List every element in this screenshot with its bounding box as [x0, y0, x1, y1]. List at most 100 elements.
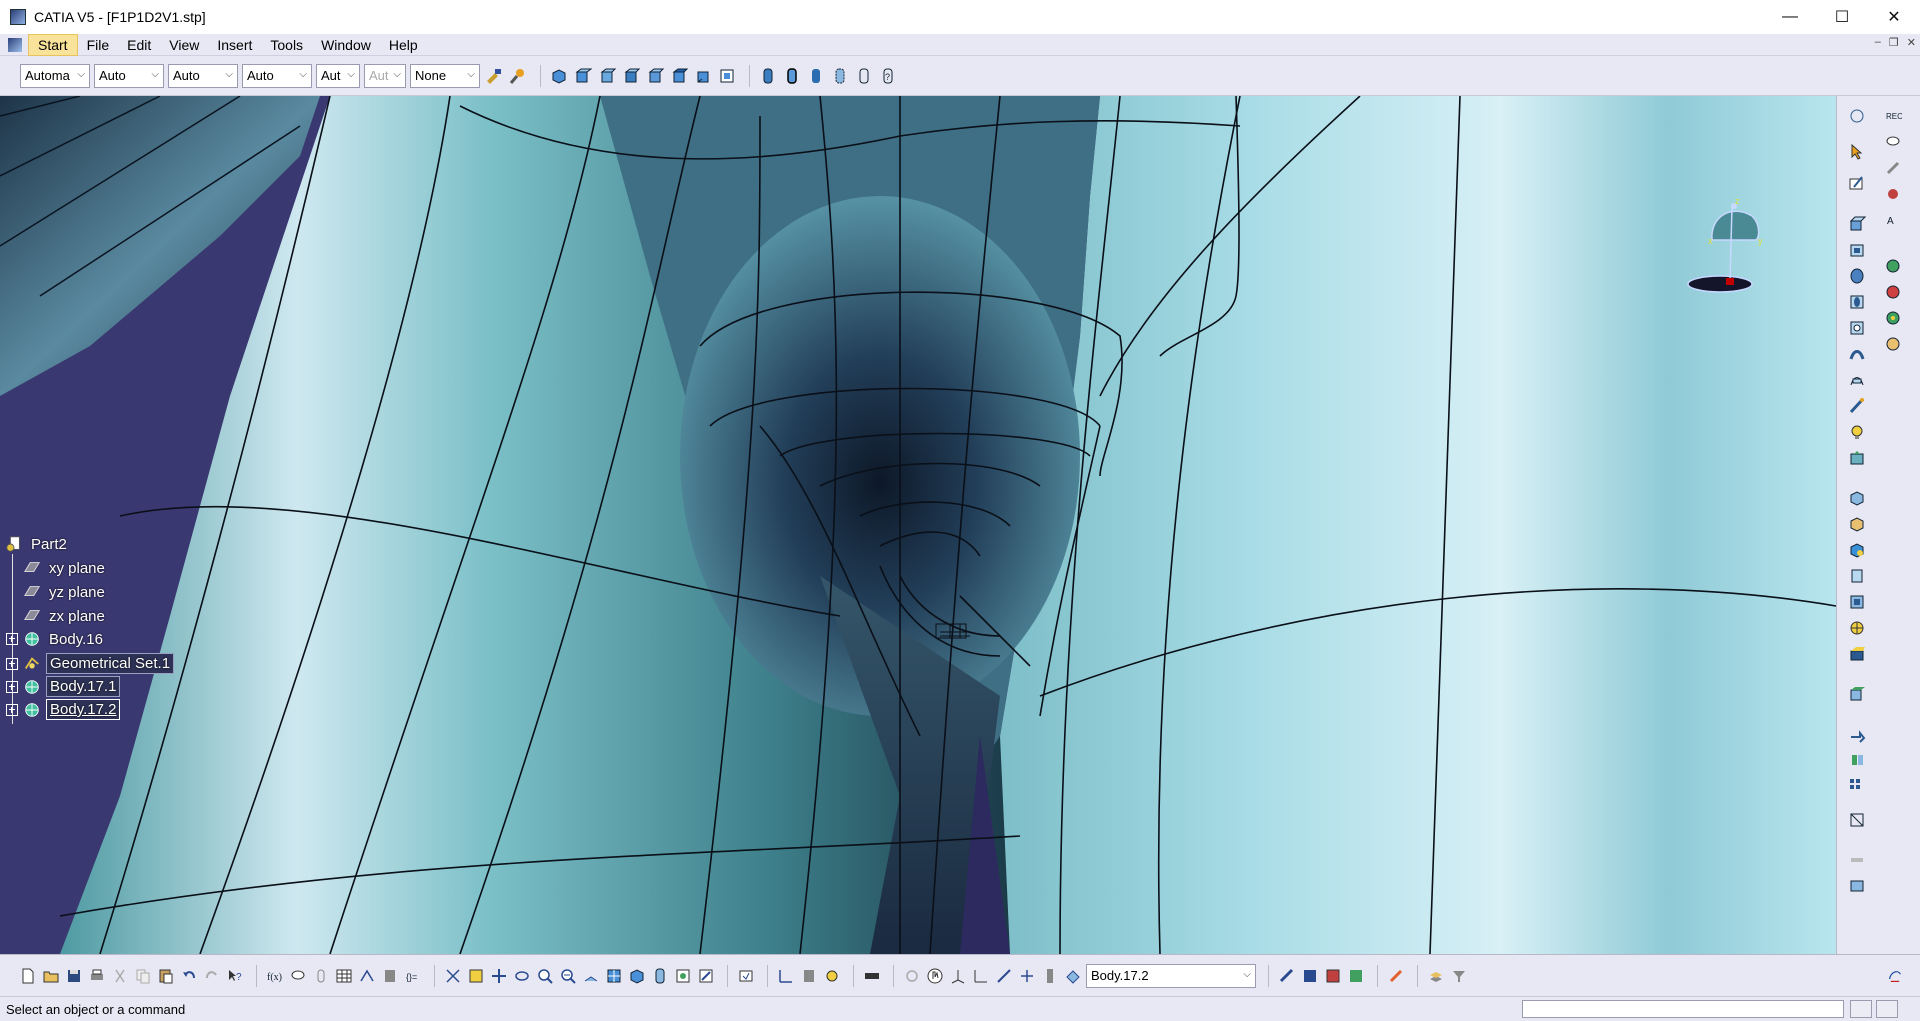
cut-icon[interactable]	[110, 966, 130, 986]
filter-icon[interactable]	[1449, 966, 1469, 986]
wireframe-icon[interactable]	[854, 66, 874, 86]
zoom-in-icon[interactable]	[535, 966, 555, 986]
point-type-combo[interactable]: Aut ⌵	[316, 63, 360, 88]
shell-icon[interactable]	[1847, 566, 1867, 586]
tools-icon[interactable]	[1883, 158, 1903, 178]
removed-multi-section-icon[interactable]	[1847, 422, 1867, 442]
color-combo[interactable]: Automa ⌵	[20, 63, 90, 88]
translation-icon[interactable]	[1847, 724, 1867, 744]
multi-view-icon[interactable]	[604, 966, 624, 986]
isometric-view-icon[interactable]	[549, 66, 569, 86]
comment-icon[interactable]	[1883, 132, 1903, 152]
apply-material-icon[interactable]	[1883, 184, 1903, 204]
front-view-icon[interactable]	[573, 66, 593, 86]
line-thickness-combo[interactable]: Auto ⌵	[168, 63, 238, 88]
texture-icon[interactable]	[1323, 966, 1343, 986]
swap-visible-space-icon[interactable]	[696, 966, 716, 986]
paste-icon[interactable]	[156, 966, 176, 986]
pocket-icon[interactable]	[1847, 240, 1867, 260]
parameters-icon[interactable]: {}=	[403, 966, 423, 986]
document-minimize-button[interactable]: –	[1875, 36, 1881, 49]
tree-item-zx-plane[interactable]: zx plane	[22, 606, 108, 626]
apply-material-bottom-icon[interactable]	[1277, 966, 1297, 986]
law-icon[interactable]	[357, 966, 377, 986]
whats-this-icon[interactable]: ?	[225, 966, 245, 986]
named-views-icon[interactable]	[717, 66, 737, 86]
layers-icon[interactable]	[1426, 966, 1446, 986]
print-icon[interactable]	[87, 966, 107, 986]
fit-all-in-icon[interactable]	[466, 966, 486, 986]
redo-icon[interactable]	[202, 966, 222, 986]
tree-item-yz-plane[interactable]: yz plane	[22, 582, 108, 602]
command-input[interactable]	[1522, 1000, 1844, 1018]
normal-view-icon[interactable]	[581, 966, 601, 986]
measure-icon[interactable]	[862, 966, 882, 986]
union-trim-icon[interactable]	[1883, 334, 1903, 354]
flashlight-icon[interactable]	[1386, 966, 1406, 986]
measure-item-icon[interactable]	[1847, 850, 1867, 870]
measure-inertia-icon[interactable]	[1847, 876, 1867, 896]
pan-icon[interactable]	[489, 966, 509, 986]
line-type-combo[interactable]: Auto ⌵	[242, 63, 312, 88]
menu-insert[interactable]: Insert	[208, 35, 261, 55]
axis-system-icon[interactable]	[776, 966, 796, 986]
menu-file[interactable]: File	[78, 35, 119, 55]
tree-item-body-16[interactable]: Body.16	[6, 629, 106, 649]
copy-icon[interactable]	[133, 966, 153, 986]
close-button[interactable]: ✕	[1868, 0, 1920, 34]
document-restore-button[interactable]: ❐	[1889, 36, 1899, 49]
menu-edit[interactable]: Edit	[118, 35, 160, 55]
top-view-icon[interactable]	[669, 66, 689, 86]
3d-viewport[interactable]: z x y z x y Part2 xy plane yz plane	[0, 96, 1836, 954]
rotate-icon[interactable]	[512, 966, 532, 986]
tree-item-xy-plane[interactable]: xy plane	[22, 558, 108, 578]
maximize-button[interactable]: ☐	[1816, 0, 1868, 34]
3d-axis-icon[interactable]	[948, 966, 968, 986]
save-icon[interactable]	[64, 966, 84, 986]
document-icon[interactable]	[8, 37, 22, 52]
properties-brush-icon[interactable]	[508, 66, 528, 86]
update-icon[interactable]	[736, 966, 756, 986]
assemble-icon[interactable]	[1883, 282, 1903, 302]
sketcher-icon[interactable]	[1847, 174, 1867, 194]
thread-icon[interactable]	[1847, 618, 1867, 638]
slot-icon[interactable]	[1847, 370, 1867, 390]
comments-icon[interactable]	[288, 966, 308, 986]
menu-window[interactable]: Window	[312, 35, 380, 55]
image-icon[interactable]	[1300, 966, 1320, 986]
multi-section-solid-icon[interactable]	[1847, 396, 1867, 416]
open-folder-icon[interactable]	[41, 966, 61, 986]
edge-fillet-icon[interactable]	[1847, 488, 1867, 508]
shading-with-edges-icon[interactable]	[782, 66, 802, 86]
dimension-icon[interactable]	[971, 966, 991, 986]
formula-icon[interactable]: f(x)	[265, 966, 285, 986]
customize-view-icon[interactable]: ?	[878, 66, 898, 86]
thickness-icon[interactable]	[1847, 592, 1867, 612]
expand-icon[interactable]	[6, 657, 18, 670]
back-view-icon[interactable]	[597, 66, 617, 86]
add-body-icon[interactable]	[1883, 256, 1903, 276]
menu-view[interactable]: View	[160, 35, 208, 55]
draft-icon[interactable]	[1847, 540, 1867, 560]
expand-icon[interactable]	[6, 703, 18, 716]
scan-icon[interactable]	[1040, 966, 1060, 986]
transparency-combo[interactable]: Auto ⌵	[94, 63, 164, 88]
geometric-constraints-icon[interactable]	[994, 966, 1014, 986]
menu-start[interactable]: Start	[28, 33, 78, 56]
hide-show-icon[interactable]	[673, 966, 693, 986]
command-list-button[interactable]	[1850, 1000, 1872, 1018]
menu-help[interactable]: Help	[380, 35, 427, 55]
hand-cursor-icon[interactable]	[925, 966, 945, 986]
left-view-icon[interactable]	[621, 66, 641, 86]
split-icon[interactable]	[1847, 684, 1867, 704]
shading-without-edges-icon[interactable]	[806, 66, 826, 86]
layer-combo[interactable]: None ⌵	[410, 63, 480, 88]
scaling-icon[interactable]	[1847, 810, 1867, 830]
knowledge-formula-icon[interactable]: REC	[1883, 106, 1903, 126]
shading-with-hidden-edges-icon[interactable]	[830, 66, 850, 86]
mirror-icon[interactable]	[1847, 750, 1867, 770]
select-arrow-icon[interactable]	[1847, 142, 1867, 162]
shaft-icon[interactable]	[1847, 266, 1867, 286]
view-cube-icon[interactable]	[627, 966, 647, 986]
rectangular-pattern-icon[interactable]	[1847, 776, 1867, 796]
